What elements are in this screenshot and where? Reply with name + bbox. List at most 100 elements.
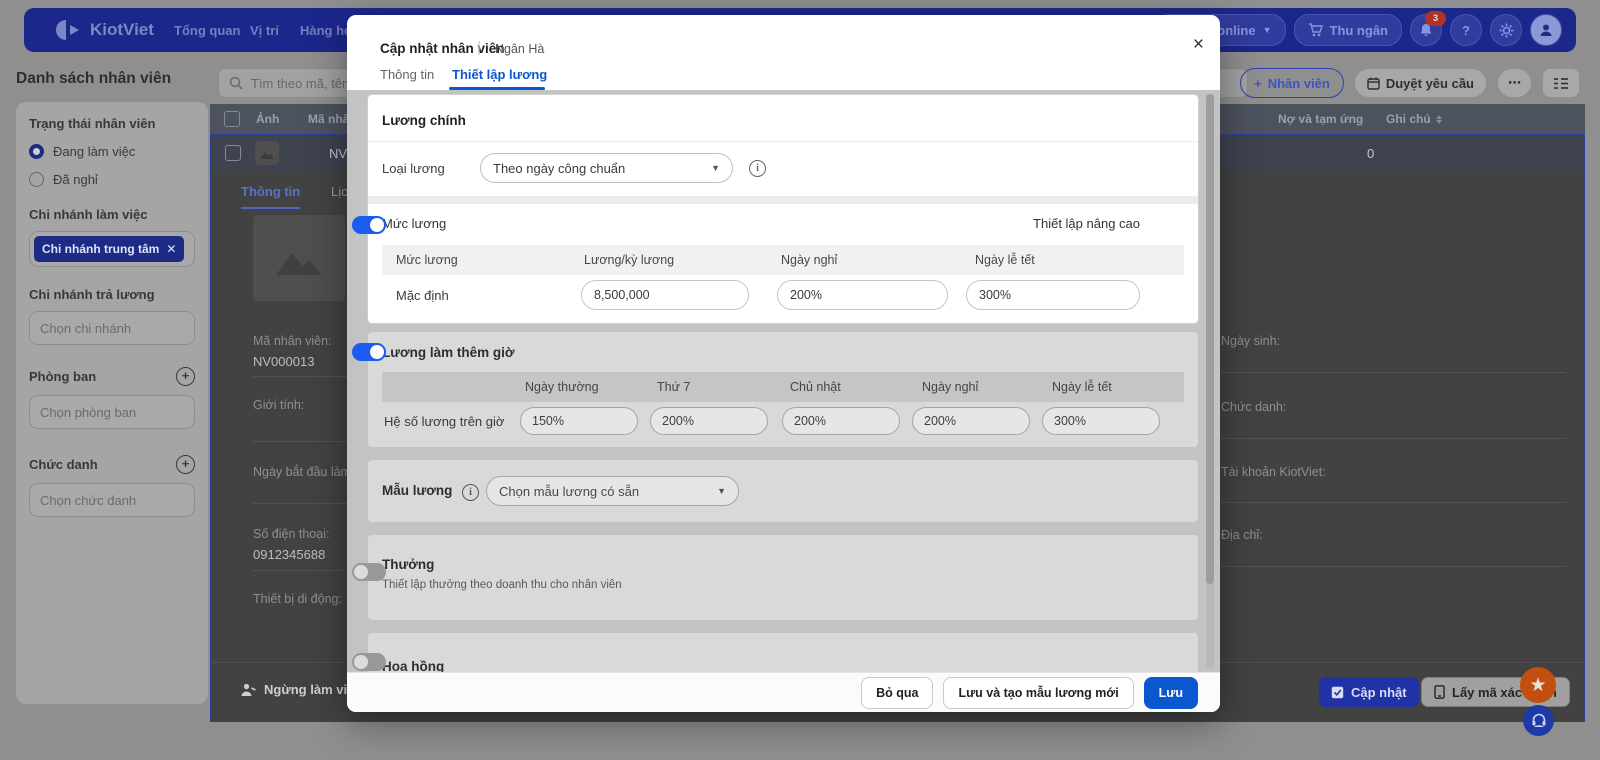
skip-button[interactable]: Bỏ qua: [861, 676, 934, 709]
radio-da-nghi[interactable]: Đã nghỉ: [29, 172, 195, 187]
select-all-checkbox[interactable]: [224, 104, 240, 134]
radio-selected-icon: [29, 144, 44, 159]
account-button[interactable]: [1530, 14, 1562, 46]
advanced-toggle[interactable]: [352, 216, 386, 234]
ot-field-3[interactable]: [912, 402, 1030, 440]
salary-type-select[interactable]: Theo ngày công chuẩn ▼: [480, 153, 733, 183]
modal-tabs: Thông tin Thiết lập lương: [347, 59, 1220, 91]
approve-request-label: Duyệt yêu cầu: [1385, 75, 1474, 91]
scrollbar-thumb[interactable]: [1206, 94, 1214, 584]
status-filter-label: Trạng thái nhân viên: [29, 116, 156, 131]
modal-tab-info[interactable]: Thông tin: [380, 67, 434, 82]
ot-input-2[interactable]: [782, 407, 900, 435]
branch-work-select[interactable]: Chi nhánh trung tâm ✕: [29, 231, 195, 267]
modal-tab-salary[interactable]: Thiết lập lương: [452, 67, 547, 82]
main-salary-section: Lương chính Loại lương Theo ngày công ch…: [352, 95, 1198, 323]
overtime-section: Lương làm thêm giờ Ngày thường Thứ 7 Chủ…: [352, 332, 1198, 447]
info-icon[interactable]: i: [462, 484, 479, 501]
add-dept-icon[interactable]: +: [176, 367, 195, 386]
divider: [1221, 502, 1566, 503]
help-button[interactable]: ?: [1450, 14, 1482, 46]
thu-ngan-label: Thu ngân: [1329, 22, 1389, 38]
col-note-label: Ghi chú: [1386, 112, 1431, 126]
modal-title: Cập nhật nhân viên: [380, 41, 505, 56]
column-settings-button[interactable]: [1542, 68, 1580, 98]
branch-pay-select[interactable]: Chọn chi nhánh: [29, 311, 195, 345]
ot-field-0[interactable]: [520, 402, 638, 440]
support-fab[interactable]: [1523, 705, 1554, 736]
code-label: Mã nhân viên:: [253, 334, 332, 348]
more-actions-button[interactable]: ⋯: [1497, 68, 1532, 98]
overtime-toggle[interactable]: [352, 343, 386, 361]
settings-button[interactable]: [1490, 14, 1522, 46]
role-detail-label: Chức danh:: [1221, 400, 1287, 414]
advanced-toggle-label: Thiết lập nâng cao: [1033, 216, 1140, 231]
ot-input-0[interactable]: [520, 407, 638, 435]
stop-working-button[interactable]: Ngừng làm việc: [241, 682, 362, 697]
overtime-title: Lương làm thêm giờ: [382, 345, 515, 360]
headset-icon: [1532, 713, 1545, 727]
holiday-input[interactable]: [966, 280, 1140, 310]
col-photo[interactable]: Ảnh: [256, 104, 279, 134]
dayoff-field[interactable]: [777, 275, 948, 315]
title-separator: |: [477, 39, 481, 56]
divider: [1221, 438, 1566, 439]
info-icon[interactable]: i: [749, 160, 766, 177]
star-icon: ★: [1529, 674, 1547, 696]
update-button[interactable]: Cập nhật: [1319, 677, 1419, 707]
avatar-icon: [1540, 24, 1552, 36]
radio-dang-lam-viec[interactable]: Đang làm việc: [29, 144, 195, 159]
close-icon[interactable]: ×: [1193, 35, 1204, 54]
ot-col-0: Ngày thường: [525, 380, 599, 394]
thu-ngan-button[interactable]: Thu ngân: [1293, 14, 1402, 46]
remove-tag-icon[interactable]: ✕: [166, 242, 176, 256]
col-debt[interactable]: Nợ và tạm ứng: [1278, 104, 1363, 134]
rewards-fab[interactable]: ★: [1520, 667, 1556, 703]
nav-item-vi-tri[interactable]: Vị trí: [250, 23, 279, 38]
salary-col-2: Ngày nghỉ: [781, 253, 838, 267]
save-and-create-template-button[interactable]: Lưu và tạo mẫu lương mới: [943, 676, 1134, 709]
detail-tab-info[interactable]: Thông tin: [241, 184, 301, 209]
ot-field-1[interactable]: [650, 402, 768, 440]
brand-name[interactable]: KiotViet: [90, 20, 154, 40]
ot-field-4[interactable]: [1042, 402, 1160, 440]
dept-select[interactable]: Chọn phòng ban: [29, 395, 195, 429]
ot-field-2[interactable]: [782, 402, 900, 440]
overtime-row-label: Hệ số lương trên giờ: [384, 413, 505, 429]
ot-input-1[interactable]: [650, 407, 768, 435]
app: KiotViet Tổng quan Vị trí Hàng hóa Đơn B…: [0, 0, 1600, 760]
template-select[interactable]: Chọn mẫu lương có sẵn ▼: [486, 476, 739, 506]
approve-request-button[interactable]: Duyệt yêu cầu: [1353, 68, 1487, 98]
role-select[interactable]: Chọn chức danh: [29, 483, 195, 517]
ot-input-4[interactable]: [1042, 407, 1160, 435]
salary-table-row: Mặc định: [382, 275, 1184, 315]
save-button[interactable]: Lưu: [1143, 676, 1198, 709]
holiday-field[interactable]: [966, 275, 1140, 315]
salary-amount-field[interactable]: [581, 275, 749, 315]
add-employee-button[interactable]: + Nhân viên: [1240, 68, 1344, 98]
notifications-button[interactable]: 3: [1410, 11, 1446, 46]
branch-tag: Chi nhánh trung tâm ✕: [34, 236, 185, 262]
template-placeholder: Chọn mẫu lương có sẵn: [499, 483, 640, 499]
dob-label: Ngày sinh:: [1221, 334, 1281, 348]
ot-input-3[interactable]: [912, 407, 1030, 435]
salary-row-label: Mặc định: [396, 287, 449, 303]
modal-footer: Bỏ qua Lưu và tạo mẫu lương mới Lưu: [347, 672, 1220, 712]
salary-amount-input[interactable]: [581, 280, 749, 310]
kiotviet-logo-icon[interactable]: [56, 19, 82, 41]
bonus-toggle[interactable]: [352, 563, 386, 581]
row-checkbox[interactable]: [225, 135, 241, 171]
commission-toggle[interactable]: [352, 653, 386, 671]
phone-value: 0912345688: [253, 547, 326, 562]
device-label: Thiết bị di động:: [253, 592, 342, 606]
role-label-text: Chức danh: [29, 457, 98, 472]
calendar-icon: [1367, 77, 1380, 90]
modal-scrollbar[interactable]: [1206, 94, 1214, 668]
nav-item-tong-quan[interactable]: Tổng quan: [174, 23, 240, 38]
ot-col-2: Chủ nhật: [790, 380, 841, 394]
dayoff-input[interactable]: [777, 280, 948, 310]
col-note[interactable]: Ghi chú: [1386, 104, 1442, 134]
dept-placeholder: Chọn phòng ban: [40, 404, 137, 420]
add-role-icon[interactable]: +: [176, 455, 195, 474]
salary-template-section: Mẫu lương i Chọn mẫu lương có sẵn ▼: [368, 460, 1198, 522]
